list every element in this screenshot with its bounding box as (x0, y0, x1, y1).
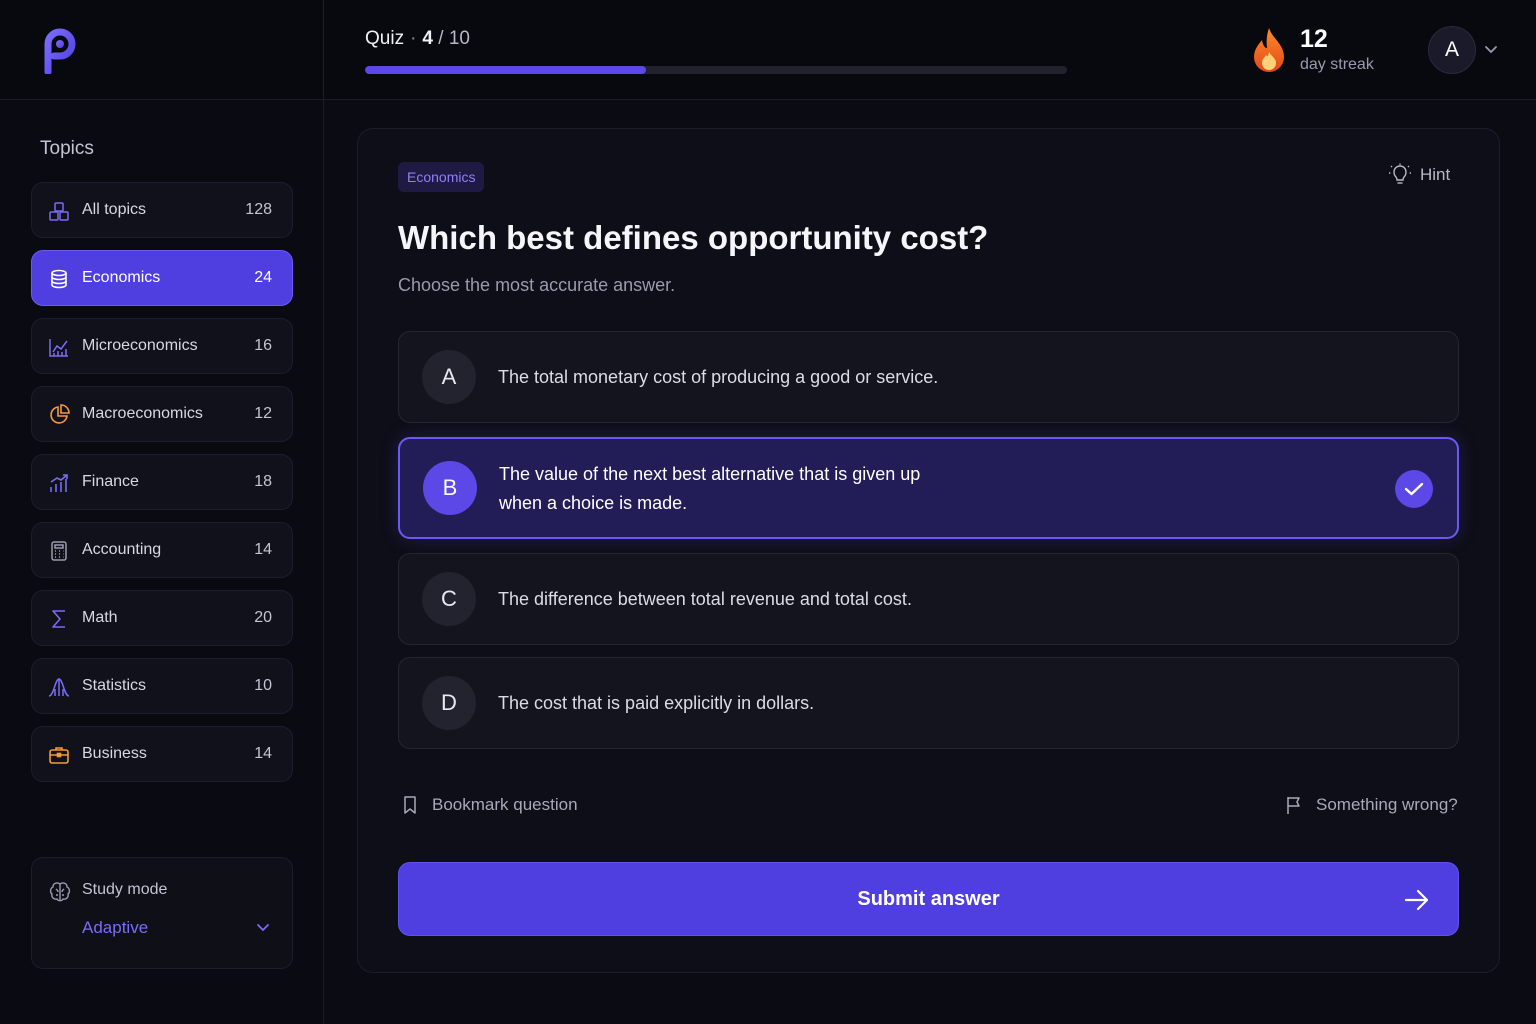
lightbulb-icon (1389, 163, 1411, 184)
user-avatar[interactable]: A (1428, 26, 1476, 74)
sidebar-item-count: 14 (254, 541, 272, 558)
option-text: The value of the next best alternative t… (499, 460, 920, 518)
sidebar-item-label: Microeconomics (82, 337, 198, 354)
sidebar-item-macroeconomics[interactable]: Macroeconomics 12 (31, 386, 293, 442)
quiz-progress-fill (365, 66, 646, 74)
layers-icon (49, 202, 69, 221)
option-letter: B (423, 461, 477, 515)
sidebar-item-count: 20 (254, 609, 272, 626)
bookmark-icon (404, 796, 416, 814)
sidebar-item-label: Economics (82, 269, 161, 286)
sidebar-item-count: 12 (254, 405, 272, 422)
quiz-label: Quiz (365, 28, 405, 49)
selected-check (1395, 470, 1433, 508)
quiz-separator: · (410, 28, 417, 49)
report-label: Something wrong? (1316, 795, 1458, 814)
quiz-progress-label: Quiz · 4 / 10 (365, 28, 470, 50)
sidebar-item-accounting[interactable]: Accounting 14 (31, 522, 293, 578)
bookmark-label: Bookmark question (432, 795, 578, 814)
sidebar-item-business[interactable]: Business 14 (31, 726, 293, 782)
question-title: Which best defines opportunity cost? (398, 219, 989, 256)
sidebar-item-label: Macroeconomics (82, 405, 203, 422)
arrow-right-icon (1404, 889, 1429, 911)
answer-option-d[interactable]: D The cost that is paid explicitly in do… (398, 657, 1459, 749)
check-icon (1404, 482, 1424, 496)
sidebar-item-math[interactable]: Math 20 (31, 590, 293, 646)
sidebar-item-count: 128 (245, 201, 272, 218)
submit-answer-button[interactable]: Submit answer (398, 862, 1459, 936)
answer-option-c[interactable]: C The difference between total revenue a… (398, 553, 1459, 645)
app-logo-icon[interactable] (42, 28, 78, 74)
sidebar-item-count: 24 (254, 269, 272, 286)
flag-icon (1287, 797, 1300, 814)
pie-chart-icon (50, 404, 70, 424)
chevron-down-icon[interactable] (1484, 44, 1498, 54)
quiz-total: / 10 (438, 28, 470, 49)
sidebar-item-label: Statistics (82, 677, 147, 694)
bookmark-question-button[interactable]: Bookmark question (400, 795, 578, 815)
logo-area (0, 0, 324, 100)
database-icon (51, 269, 67, 289)
top-bar: Quiz · 4 / 10 12 day streak A (0, 0, 1536, 100)
option-text: The cost that is paid explicitly in doll… (498, 693, 815, 713)
sidebar-title: Topics (40, 138, 94, 159)
flame-icon (1254, 28, 1284, 72)
hint-button[interactable]: Hint (1388, 163, 1450, 187)
sidebar-item-label: Accounting (82, 541, 162, 558)
calculator-icon (51, 541, 67, 561)
option-text-line: when a choice is made. (499, 493, 688, 513)
question-card: Economics Hint Which best defines opport… (357, 128, 1500, 973)
quiz-current: 4 (422, 28, 433, 49)
sidebar-item-label: Business (82, 745, 147, 762)
sidebar-item-all-topics[interactable]: All topics 128 (31, 182, 293, 238)
sidebar-item-economics[interactable]: Economics 24 (31, 250, 293, 306)
bar-chart-icon (49, 339, 68, 357)
sidebar-item-label: All topics (82, 201, 147, 218)
report-problem-button[interactable]: Something wrong? (1284, 795, 1458, 815)
trending-up-icon (50, 474, 68, 492)
streak-label: day streak (1300, 56, 1374, 73)
sidebar-item-count: 14 (254, 745, 272, 762)
study-mode-selector[interactable]: Study mode Adaptive (31, 857, 293, 969)
option-letter: D (422, 676, 476, 730)
sidebar: Topics All topics 128 Economics 24 Micro… (0, 100, 324, 1024)
answer-option-a[interactable]: A The total monetary cost of producing a… (398, 331, 1459, 423)
bell-curve-icon (48, 678, 70, 697)
sidebar-item-label: Math (82, 609, 118, 626)
sidebar-item-count: 16 (254, 337, 272, 354)
option-text: The total monetary cost of producing a g… (498, 367, 939, 387)
chevron-down-icon[interactable] (256, 922, 270, 932)
study-mode-value[interactable]: Adaptive (82, 918, 148, 938)
quiz-progress-bar (365, 66, 1067, 74)
streak-count: 12 (1300, 25, 1328, 53)
sidebar-item-count: 18 (254, 473, 272, 490)
option-text: The difference between total revenue and… (498, 589, 912, 609)
sidebar-item-label: Finance (82, 473, 139, 490)
sidebar-item-finance[interactable]: Finance 18 (31, 454, 293, 510)
option-letter: A (422, 350, 476, 404)
option-text-line: The value of the next best alternative t… (499, 464, 921, 484)
option-letter: C (422, 572, 476, 626)
sidebar-item-microeconomics[interactable]: Microeconomics 16 (31, 318, 293, 374)
briefcase-icon (49, 747, 69, 764)
sigma-icon (52, 610, 65, 628)
answer-option-b[interactable]: B The value of the next best alternative… (398, 437, 1459, 539)
sidebar-item-statistics[interactable]: Statistics 10 (31, 658, 293, 714)
hint-label: Hint (1420, 165, 1451, 184)
study-mode-label: Study mode (82, 881, 168, 898)
brain-icon (49, 882, 71, 902)
question-subtitle: Choose the most accurate answer. (398, 275, 676, 295)
submit-label: Submit answer (857, 887, 1000, 910)
sidebar-item-count: 10 (254, 677, 272, 694)
topic-tag: Economics (398, 162, 485, 192)
